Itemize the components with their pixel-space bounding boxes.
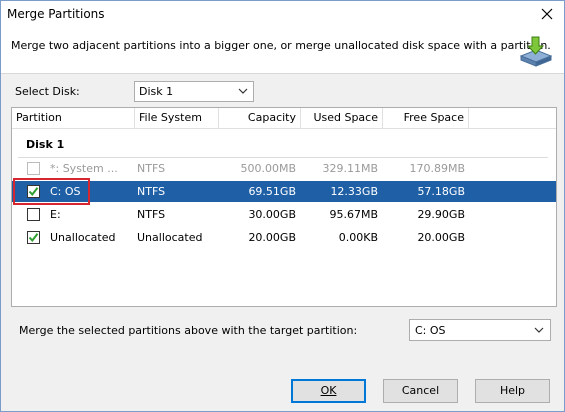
ok-button-label: OK [320,384,337,397]
checkmark-icon [28,233,39,243]
cell-partition: E: [50,208,61,221]
table-row[interactable]: C: OS NTFS 69.51GB 12.33GB 57.18GB [12,181,556,202]
select-disk-label: Select Disk: [15,85,80,98]
merge-partitions-dialog: Merge Partitions Merge two adjacent part… [0,0,565,412]
cell-file-system: NTFS [137,162,166,175]
target-partition-label: Merge the selected partitions above with… [19,324,358,337]
row-checkbox[interactable] [27,208,40,221]
cell-used-space: 329.11MB [322,162,378,175]
table-row[interactable]: *: System ... NTFS 500.00MB 329.11MB 170.89M… [12,158,556,179]
cell-capacity: 500.00MB [240,162,296,175]
row-checkbox[interactable] [27,231,40,244]
column-capacity[interactable]: Capacity [219,108,301,128]
dialog-header: Merge two adjacent partitions into a big… [1,28,564,74]
cell-partition: Unallocated [50,231,116,244]
column-used-space[interactable]: Used Space [301,108,383,128]
target-partition-select[interactable]: C: OS [409,319,551,341]
column-header: Partition File System Capacity Used Spac… [12,108,556,129]
row-checkbox [27,162,40,175]
row-checkbox[interactable] [27,185,40,198]
checkmark-icon [28,187,39,197]
cell-free-space: 29.90GB [417,208,465,221]
partition-list: Partition File System Capacity Used Spac… [11,107,557,307]
column-partition[interactable]: Partition [12,108,135,128]
close-icon [541,8,553,20]
group-title: Disk 1 [26,138,65,151]
cell-file-system: NTFS [137,208,166,221]
cell-free-space: 57.18GB [417,185,465,198]
cell-capacity: 20.00GB [248,231,296,244]
cell-partition: *: System ... [50,162,118,175]
close-button[interactable] [536,4,558,24]
help-button[interactable]: Help [475,379,550,403]
column-free-space[interactable]: Free Space [383,108,469,128]
ok-button[interactable]: OK [291,379,366,403]
cell-free-space: 170.89MB [409,162,465,175]
cell-partition: C: OS [50,185,81,198]
window-title: Merge Partitions [7,7,105,21]
column-file-system[interactable]: File System [135,108,219,128]
chevron-down-icon [534,327,544,333]
cancel-button-label: Cancel [401,384,440,397]
merge-disk-icon [519,36,553,67]
cell-used-space: 0.00KB [338,231,378,244]
chevron-down-icon [238,88,248,94]
cell-free-space: 20.00GB [417,231,465,244]
cell-capacity: 69.51GB [248,185,296,198]
cell-capacity: 30.00GB [248,208,296,221]
cell-file-system: NTFS [137,185,166,198]
header-description: Merge two adjacent partitions into a big… [11,39,551,52]
cell-used-space: 12.33GB [330,185,378,198]
cancel-button[interactable]: Cancel [383,379,458,403]
title-bar: Merge Partitions [1,1,564,28]
table-row[interactable]: Unallocated Unallocated 20.00GB 0.00KB 20.00… [12,227,556,248]
help-button-label: Help [499,384,526,397]
disk-select-value: Disk 1 [139,85,174,98]
cell-file-system: Unallocated [137,231,203,244]
disk-select[interactable]: Disk 1 [134,81,254,102]
cell-used-space: 95.67MB [329,208,378,221]
target-partition-value: C: OS [415,324,446,337]
table-row[interactable]: E: NTFS 30.00GB 95.67MB 29.90GB [12,204,556,225]
